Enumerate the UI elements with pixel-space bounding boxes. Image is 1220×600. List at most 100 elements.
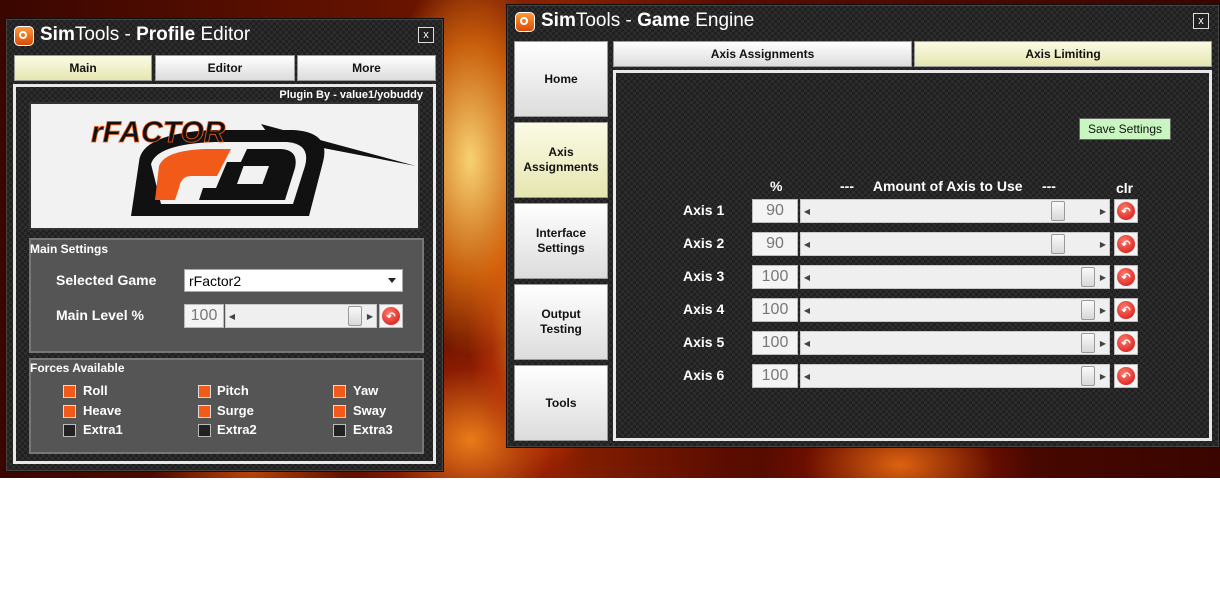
axis-clear-button[interactable]: ↶ <box>1114 364 1138 388</box>
game-engine-titlebar[interactable]: SimTools - Game Engine x <box>507 5 1219 39</box>
game-engine-window: SimTools - Game Engine x Home Axis Assig… <box>506 4 1220 448</box>
axis-row: Axis 1 90 ◀ ▶ ↶ <box>616 198 1209 224</box>
game-engine-title: SimTools - Game Engine <box>541 10 755 31</box>
axis-label: Axis 2 <box>683 235 725 251</box>
selected-game-value: rFactor2 <box>189 272 242 289</box>
sway-label: Sway <box>353 403 387 418</box>
roll-label: Roll <box>83 383 108 398</box>
selected-game-dropdown[interactable]: rFactor2 <box>184 269 403 292</box>
axis-value[interactable]: 100 <box>752 331 798 355</box>
axis-value[interactable]: 100 <box>752 265 798 289</box>
profile-main-panel: Plugin By - value1/yobuddy rFACTOR rFACT… <box>13 84 436 464</box>
slider-thumb[interactable] <box>1081 366 1095 386</box>
scroll-left-icon[interactable]: ◀ <box>801 266 813 288</box>
nav-tools[interactable]: Tools <box>514 365 608 441</box>
heave-label: Heave <box>83 403 122 418</box>
rfactor2-logo-icon: rFACTOR rFACTOR <box>91 116 416 216</box>
axis-clear-button[interactable]: ↶ <box>1114 298 1138 322</box>
extra1-checkbox[interactable] <box>63 424 76 437</box>
axis-clear-button[interactable]: ↶ <box>1114 265 1138 289</box>
reset-icon: ↶ <box>382 307 400 325</box>
nav-home[interactable]: Home <box>514 41 608 117</box>
yaw-label: Yaw <box>353 383 379 398</box>
axis-slider[interactable]: ◀ ▶ <box>800 232 1110 256</box>
nav-interface-settings[interactable]: Interface Settings <box>514 203 608 279</box>
extra1-label: Extra1 <box>83 422 123 437</box>
axis-value[interactable]: 90 <box>752 199 798 223</box>
sway-checkbox[interactable] <box>333 405 346 418</box>
main-level-reset-button[interactable]: ↶ <box>379 304 403 328</box>
pitch-label: Pitch <box>217 383 249 398</box>
scroll-right-icon[interactable]: ▶ <box>1097 200 1109 222</box>
slider-thumb[interactable] <box>1081 267 1095 287</box>
scroll-right-icon[interactable]: ▶ <box>1097 332 1109 354</box>
pitch-checkbox[interactable] <box>198 385 211 398</box>
surge-checkbox[interactable] <box>198 405 211 418</box>
reset-icon: ↶ <box>1117 268 1135 286</box>
axis-slider[interactable]: ◀ ▶ <box>800 199 1110 223</box>
selected-game-label: Selected Game <box>56 272 157 288</box>
extra3-checkbox[interactable] <box>333 424 346 437</box>
nav-output-testing[interactable]: Output Testing <box>514 284 608 360</box>
close-button[interactable]: x <box>418 27 434 43</box>
axis-slider[interactable]: ◀ ▶ <box>800 265 1110 289</box>
scroll-left-icon[interactable]: ◀ <box>226 305 238 327</box>
slider-thumb[interactable] <box>1081 333 1095 353</box>
axis-slider[interactable]: ◀ ▶ <box>800 298 1110 322</box>
roll-checkbox[interactable] <box>63 385 76 398</box>
reset-icon: ↶ <box>1117 235 1135 253</box>
clr-header: clr <box>1116 180 1134 196</box>
axis-clear-button[interactable]: ↶ <box>1114 199 1138 223</box>
axis-clear-button[interactable]: ↶ <box>1114 331 1138 355</box>
surge-label: Surge <box>217 403 254 418</box>
tab-editor[interactable]: Editor <box>155 55 295 81</box>
extra2-checkbox[interactable] <box>198 424 211 437</box>
profile-editor-titlebar[interactable]: SimTools - Profile Editor x <box>6 19 443 53</box>
scroll-right-icon[interactable]: ▶ <box>1097 299 1109 321</box>
save-settings-button[interactable]: Save Settings <box>1079 118 1171 140</box>
axis-value[interactable]: 100 <box>752 364 798 388</box>
tab-axis-assignments[interactable]: Axis Assignments <box>613 41 912 67</box>
scroll-left-icon[interactable]: ◀ <box>801 233 813 255</box>
scroll-left-icon[interactable]: ◀ <box>801 200 813 222</box>
scroll-right-icon[interactable]: ▶ <box>1097 365 1109 387</box>
scroll-left-icon[interactable]: ◀ <box>801 299 813 321</box>
axis-label: Axis 6 <box>683 367 725 383</box>
main-level-slider[interactable]: ◀ ▶ <box>225 304 377 328</box>
axis-value[interactable]: 100 <box>752 298 798 322</box>
forces-available-label: Forces Available <box>30 361 125 375</box>
nav-axis-assignments[interactable]: Axis Assignments <box>514 122 608 198</box>
scroll-left-icon[interactable]: ◀ <box>801 365 813 387</box>
slider-thumb[interactable] <box>1051 234 1065 254</box>
axis-slider[interactable]: ◀ ▶ <box>800 331 1110 355</box>
profile-editor-title: SimTools - Profile Editor <box>40 24 251 45</box>
heave-checkbox[interactable] <box>63 405 76 418</box>
slider-thumb[interactable] <box>1051 201 1065 221</box>
axis-label: Axis 1 <box>683 202 725 218</box>
axis-clear-button[interactable]: ↶ <box>1114 232 1138 256</box>
reset-icon: ↶ <box>1117 367 1135 385</box>
simtools-logo-icon <box>515 12 535 32</box>
tab-axis-limiting[interactable]: Axis Limiting <box>914 41 1212 67</box>
tab-more[interactable]: More <box>297 55 436 81</box>
scroll-right-icon[interactable]: ▶ <box>364 305 376 327</box>
scroll-right-icon[interactable]: ▶ <box>1097 266 1109 288</box>
axis-value[interactable]: 90 <box>752 232 798 256</box>
axis-row: Axis 6 100 ◀ ▶ ↶ <box>616 363 1209 389</box>
yaw-checkbox[interactable] <box>333 385 346 398</box>
tab-main[interactable]: Main <box>14 55 152 81</box>
forces-available-group: Forces Available Roll Pitch Yaw Heave Su… <box>29 358 424 454</box>
axis-slider[interactable]: ◀ ▶ <box>800 364 1110 388</box>
game-logo: rFACTOR rFACTOR <box>29 102 420 230</box>
reset-icon: ↶ <box>1117 301 1135 319</box>
close-button[interactable]: x <box>1193 13 1209 29</box>
svg-text:rFACTOR: rFACTOR <box>91 116 226 149</box>
axis-row: Axis 5 100 ◀ ▶ ↶ <box>616 330 1209 356</box>
slider-thumb[interactable] <box>348 306 362 326</box>
simtools-logo-icon <box>14 26 34 46</box>
main-level-value[interactable]: 100 <box>184 304 224 328</box>
slider-thumb[interactable] <box>1081 300 1095 320</box>
scroll-right-icon[interactable]: ▶ <box>1097 233 1109 255</box>
axis-label: Axis 4 <box>683 301 725 317</box>
scroll-left-icon[interactable]: ◀ <box>801 332 813 354</box>
